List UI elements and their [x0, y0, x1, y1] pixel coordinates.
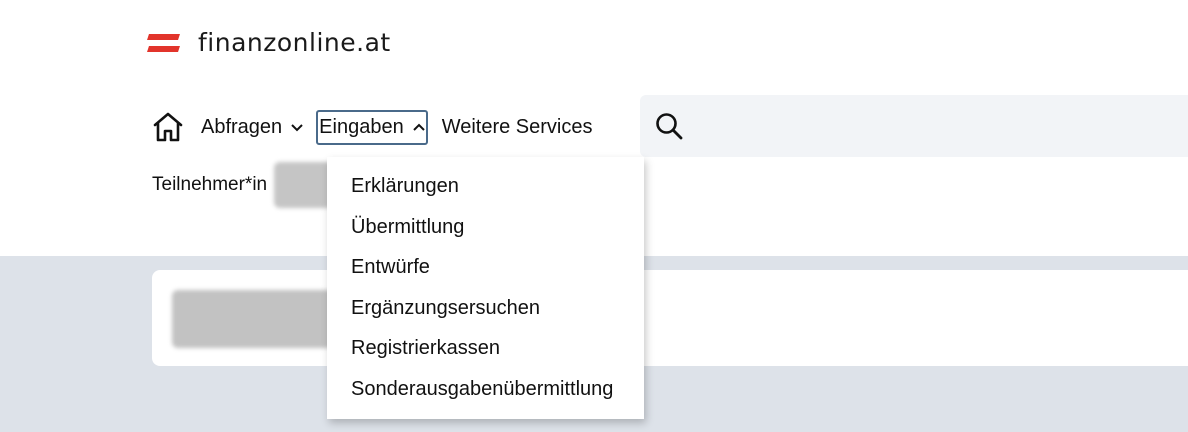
- nav-abfragen[interactable]: Abfragen: [201, 116, 304, 139]
- home-button[interactable]: [150, 109, 186, 145]
- brand-name: finanzonline.at: [198, 28, 391, 57]
- brand-logo[interactable]: finanzonline.at: [147, 28, 391, 57]
- search-icon[interactable]: [654, 111, 684, 141]
- menu-item-registrierkassen[interactable]: Registrierkassen: [327, 333, 644, 374]
- nav-eingaben-label: Eingaben: [319, 115, 404, 138]
- main-navigation: Abfragen Eingaben Weitere Services: [150, 107, 593, 147]
- menu-item-uebermittlung[interactable]: Übermittlung: [327, 212, 644, 253]
- nav-abfragen-label: Abfragen: [201, 115, 283, 138]
- home-icon: [153, 112, 183, 142]
- menu-item-ergaenzungsersuchen[interactable]: Ergänzungsersuchen: [327, 293, 644, 334]
- redacted-card-content: [172, 290, 344, 348]
- chevron-down-icon: [290, 120, 304, 134]
- menu-item-erklaerungen[interactable]: Erklärungen: [327, 171, 644, 212]
- menu-item-entwuerfe[interactable]: Entwürfe: [327, 252, 644, 293]
- chevron-up-icon: [412, 120, 426, 134]
- eingaben-dropdown-menu: Erklärungen Übermittlung Entwürfe Ergänz…: [327, 157, 644, 419]
- menu-item-sonderausgabenuebermittlung[interactable]: Sonderausgabenübermittlung: [327, 374, 644, 415]
- search-input[interactable]: [690, 105, 1174, 149]
- nav-eingaben[interactable]: Eingaben: [316, 109, 428, 145]
- nav-weitere-services[interactable]: Weitere Services: [442, 116, 593, 139]
- participant-label: Teilnehmer*in: [152, 174, 268, 195]
- nav-weitere-services-label: Weitere Services: [441, 115, 593, 138]
- search-bar[interactable]: [640, 95, 1188, 157]
- austria-flag-icon: [147, 33, 180, 53]
